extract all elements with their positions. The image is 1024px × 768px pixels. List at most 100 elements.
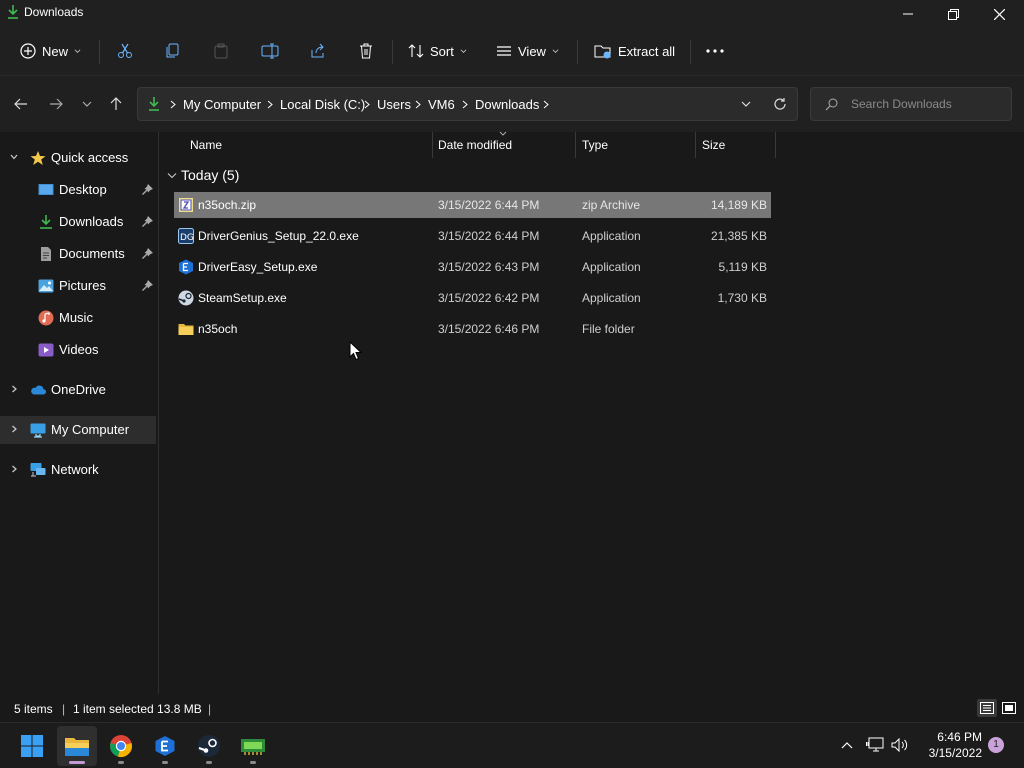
chevron-down-icon[interactable]: [10, 153, 18, 161]
address-history-chevron-icon[interactable]: [741, 101, 751, 108]
taskbar-drivereasy[interactable]: [145, 726, 185, 766]
clock[interactable]: 6:46 PM 3/15/2022: [918, 729, 982, 761]
forward-button[interactable]: [46, 94, 66, 114]
file-date: 3/15/2022 6:46 PM: [438, 322, 540, 336]
show-hidden-icons-button[interactable]: [838, 736, 856, 754]
taskbar-chrome[interactable]: [101, 726, 141, 766]
column-header-size[interactable]: Size: [696, 132, 776, 158]
chevron-up-icon: [841, 742, 853, 749]
chevron-right-icon[interactable]: [10, 385, 18, 393]
paste-icon: [214, 43, 228, 59]
details-view-toggle[interactable]: [977, 699, 997, 717]
nav-my-computer[interactable]: My Computer: [0, 416, 156, 444]
new-button[interactable]: New: [20, 38, 81, 64]
delete-icon: [360, 43, 372, 59]
nav-quick-access[interactable]: Quick access: [0, 144, 156, 172]
nav-downloads[interactable]: Downloads: [0, 208, 156, 236]
nav-music[interactable]: Music: [0, 304, 156, 332]
breadcrumb-users[interactable]: Users: [377, 97, 411, 112]
column-header-date[interactable]: Date modified: [433, 131, 576, 158]
file-row[interactable]: DriverEasy_Setup.exe 3/15/2022 6:43 PM A…: [174, 254, 771, 280]
chevron-right-icon[interactable]: [10, 465, 18, 473]
search-placeholder: Search Downloads: [851, 97, 952, 111]
thumbnails-view-toggle[interactable]: [999, 699, 1019, 717]
chevron-right-icon[interactable]: [364, 100, 370, 109]
desktop-icon: [38, 184, 54, 195]
column-divider[interactable]: [775, 132, 776, 158]
delete-button[interactable]: [358, 38, 374, 64]
pin-icon[interactable]: [142, 248, 153, 259]
downloads-icon: [40, 215, 52, 229]
mouse-cursor-icon: [349, 341, 363, 361]
cut-button[interactable]: [117, 38, 133, 64]
chevron-down-icon: [460, 48, 467, 53]
recent-locations-button[interactable]: [77, 94, 97, 114]
nav-documents[interactable]: Documents: [0, 240, 156, 268]
view-icon: [497, 46, 511, 56]
chevron-right-icon[interactable]: [267, 100, 273, 109]
view-label: View: [518, 43, 546, 59]
pin-icon[interactable]: [142, 280, 153, 291]
paste-button[interactable]: [213, 38, 229, 64]
network-status-button[interactable]: [866, 736, 884, 754]
breadcrumb-my-computer[interactable]: My Computer: [183, 97, 261, 112]
taskbar-file-explorer[interactable]: [57, 726, 97, 766]
breadcrumb-vm6[interactable]: VM6: [428, 97, 455, 112]
file-size: 1,730 KB: [717, 291, 767, 305]
steam-icon: [178, 290, 194, 306]
copy-button[interactable]: [165, 38, 181, 64]
refresh-icon[interactable]: [773, 97, 787, 111]
column-header-name[interactable]: Name: [159, 132, 433, 158]
chevron-right-icon[interactable]: [10, 425, 18, 433]
rename-icon: [261, 43, 279, 59]
nav-pictures[interactable]: Pictures: [0, 272, 156, 300]
share-button[interactable]: [310, 38, 326, 64]
up-arrow-icon: [110, 97, 122, 110]
minimize-icon: [903, 13, 913, 15]
nav-onedrive[interactable]: OneDrive: [0, 376, 156, 404]
drivereasy-icon: [179, 259, 193, 275]
new-label: New: [42, 43, 69, 59]
forward-arrow-icon: [50, 98, 63, 110]
onedrive-cloud-icon: [31, 385, 46, 395]
volume-button[interactable]: [891, 736, 909, 754]
file-type: Application: [582, 229, 641, 243]
chevron-right-icon[interactable]: [415, 100, 421, 109]
close-button[interactable]: [976, 0, 1022, 28]
pin-icon[interactable]: [142, 184, 153, 195]
taskbar-drivergenius[interactable]: [233, 726, 273, 766]
extract-all-button[interactable]: Extract all: [594, 38, 675, 64]
chevron-right-icon[interactable]: [462, 100, 468, 109]
minimize-button[interactable]: [885, 0, 931, 28]
status-item-count: 5 items: [14, 702, 53, 716]
sort-indicator-icon: [499, 131, 507, 136]
nav-desktop[interactable]: Desktop: [0, 176, 156, 204]
chevron-right-icon[interactable]: [543, 100, 549, 109]
nav-network[interactable]: Network: [0, 456, 156, 484]
column-header-type[interactable]: Type: [576, 132, 696, 158]
taskbar-steam[interactable]: [189, 726, 229, 766]
start-button[interactable]: [12, 726, 52, 766]
sort-button[interactable]: Sort: [408, 38, 467, 64]
breadcrumb-local-disk[interactable]: Local Disk (C:): [280, 97, 365, 112]
file-row[interactable]: DG DriverGenius_Setup_22.0.exe 3/15/2022…: [174, 223, 771, 249]
maximize-button[interactable]: [930, 0, 976, 28]
nav-videos[interactable]: Videos: [0, 336, 156, 364]
breadcrumb-downloads[interactable]: Downloads: [475, 97, 539, 112]
status-bar: 5 items | 1 item selected 13.8 MB |: [0, 694, 1024, 722]
up-button[interactable]: [106, 94, 126, 114]
file-row[interactable]: n35och.zip 3/15/2022 6:44 PM zip Archive…: [174, 192, 771, 218]
steam-icon: [198, 735, 220, 757]
search-input[interactable]: Search Downloads: [810, 87, 1012, 121]
chevron-down-icon: [552, 48, 559, 53]
rename-button[interactable]: [261, 38, 279, 64]
nav-videos-label: Videos: [59, 342, 99, 357]
notification-badge[interactable]: 1: [988, 737, 1004, 753]
more-options-button[interactable]: [706, 38, 724, 64]
file-row[interactable]: SteamSetup.exe 3/15/2022 6:42 PM Applica…: [174, 285, 771, 311]
pin-icon[interactable]: [142, 216, 153, 227]
file-row[interactable]: n35och 3/15/2022 6:46 PM File folder: [174, 316, 771, 342]
address-bar[interactable]: My Computer Local Disk (C:) Users VM6 Do…: [137, 87, 798, 121]
back-button[interactable]: [11, 94, 31, 114]
view-button[interactable]: View: [496, 38, 559, 64]
